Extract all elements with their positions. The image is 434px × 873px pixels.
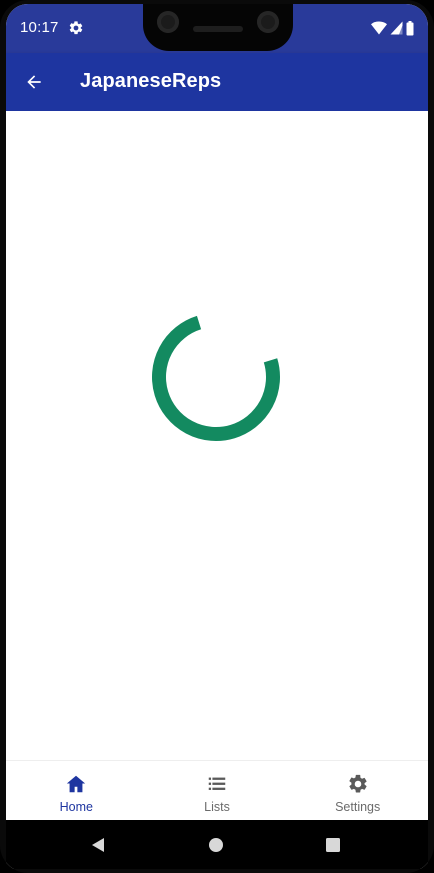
back-button[interactable] bbox=[20, 68, 48, 96]
nav-label-home: Home bbox=[59, 800, 93, 814]
gear-icon bbox=[69, 21, 83, 35]
loading-spinner bbox=[152, 313, 280, 441]
back-triangle-icon bbox=[92, 838, 104, 852]
home-icon bbox=[67, 775, 86, 793]
nav-item-settings[interactable]: Settings bbox=[287, 761, 428, 821]
app-title: JapaneseReps bbox=[80, 70, 222, 92]
battery-icon bbox=[406, 20, 414, 35]
system-navigation-bar bbox=[6, 820, 428, 869]
status-icons bbox=[371, 20, 414, 36]
arrow-back-icon bbox=[27, 75, 41, 89]
camera-notch bbox=[143, 4, 293, 51]
main-content bbox=[6, 111, 428, 760]
system-back-button[interactable] bbox=[88, 835, 108, 855]
recents-square-icon bbox=[326, 838, 340, 852]
home-circle-icon bbox=[209, 838, 223, 852]
app-bar: JapaneseReps bbox=[6, 53, 428, 111]
system-recents-button[interactable] bbox=[323, 835, 343, 855]
nav-label-lists: Lists bbox=[204, 800, 230, 814]
front-camera-icon bbox=[257, 11, 279, 33]
nav-label-settings: Settings bbox=[335, 800, 381, 814]
nav-item-lists[interactable]: Lists bbox=[147, 761, 288, 821]
list-icon bbox=[208, 777, 226, 790]
screen: 10:17 JapaneseReps Home Lists Settings bbox=[6, 4, 428, 869]
bottom-navigation: Home Lists Settings bbox=[6, 760, 428, 821]
nav-item-home[interactable]: Home bbox=[6, 761, 147, 821]
wifi-icon bbox=[371, 21, 387, 35]
status-time: 10:17 bbox=[20, 19, 59, 36]
earpiece-speaker bbox=[193, 26, 243, 32]
gear-icon bbox=[349, 774, 367, 793]
system-home-button[interactable] bbox=[206, 835, 226, 855]
phone-frame: 10:17 JapaneseReps Home Lists Settings bbox=[0, 0, 434, 873]
front-camera-icon bbox=[157, 11, 179, 33]
status-bar: 10:17 bbox=[6, 4, 428, 53]
signal-icon bbox=[390, 21, 403, 35]
